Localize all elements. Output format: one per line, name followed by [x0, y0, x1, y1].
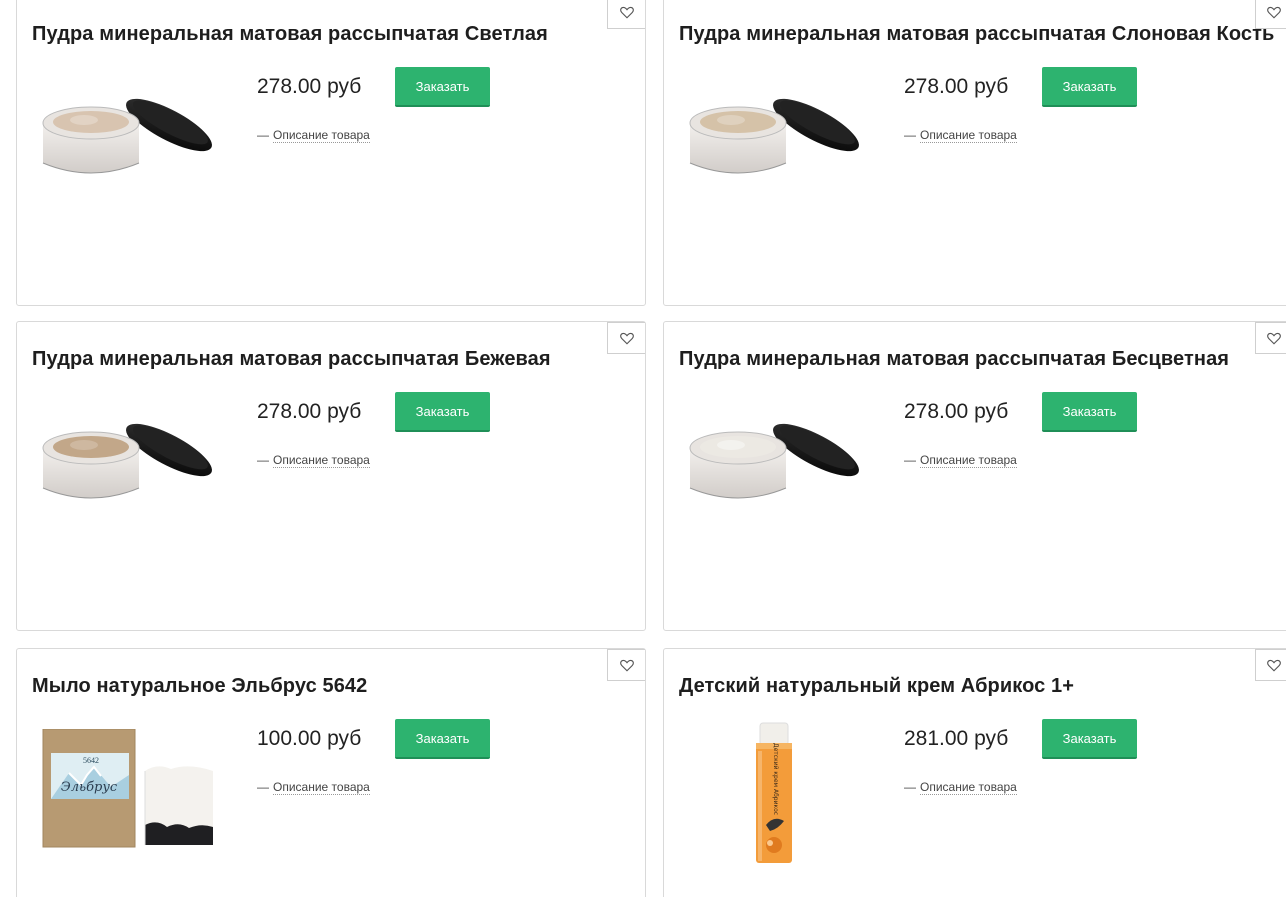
product-image[interactable]: [686, 85, 866, 215]
description-dash: —: [257, 453, 269, 467]
product-image[interactable]: [686, 410, 866, 540]
product-image[interactable]: 5642 Эльбрус: [39, 729, 219, 867]
order-button[interactable]: Заказать: [1042, 392, 1137, 432]
heart-icon: [619, 332, 634, 345]
product-description: — Описание товара: [904, 453, 1017, 468]
product-price: 278.00 руб: [257, 400, 362, 423]
product-price: 281.00 руб: [904, 727, 1009, 750]
product-title[interactable]: Детский натуральный крем Абрикос 1+: [679, 675, 1074, 698]
order-button[interactable]: Заказать: [395, 67, 490, 107]
favorite-button[interactable]: [607, 0, 645, 29]
description-link[interactable]: Описание товара: [273, 453, 370, 468]
heart-icon: [1267, 6, 1281, 19]
product-description: — Описание товара: [257, 780, 370, 795]
powder-jar-image: [689, 423, 859, 499]
product-price: 278.00 руб: [904, 400, 1009, 423]
product-price: 100.00 руб: [257, 727, 362, 750]
order-button[interactable]: Заказать: [395, 719, 490, 759]
description-link[interactable]: Описание товара: [920, 780, 1017, 795]
product-title[interactable]: Пудра минеральная матовая рассыпчатая Св…: [32, 23, 548, 46]
description-dash: —: [904, 453, 916, 467]
heart-icon: [1267, 659, 1281, 672]
description-link[interactable]: Описание товара: [920, 128, 1017, 143]
product-description: — Описание товара: [904, 128, 1017, 143]
product-image[interactable]: [39, 85, 219, 215]
product-card: Пудра минеральная матовая рассыпчатая Сл…: [663, 0, 1286, 306]
heart-icon: [1267, 332, 1281, 345]
cream-tube-image: Детский крем Абрикос: [756, 722, 792, 863]
heart-icon: [619, 6, 634, 19]
favorite-button[interactable]: [1255, 322, 1286, 354]
product-card: Пудра минеральная матовая рассыпчатая Бе…: [663, 321, 1286, 631]
product-card: Пудра минеральная матовая рассыпчатая Бе…: [16, 321, 646, 631]
product-title[interactable]: Пудра минеральная матовая рассыпчатая Сл…: [679, 23, 1274, 46]
product-description: — Описание товара: [904, 780, 1017, 795]
product-description: — Описание товара: [257, 128, 370, 143]
heart-icon: [619, 659, 634, 672]
product-title[interactable]: Мыло натуральное Эльбрус 5642: [32, 675, 367, 698]
product-description: — Описание товара: [257, 453, 370, 468]
description-dash: —: [257, 128, 269, 142]
package-brand-text: Эльбрус: [61, 780, 118, 795]
product-title[interactable]: Пудра минеральная матовая рассыпчатая Бе…: [679, 348, 1229, 371]
favorite-button[interactable]: [607, 322, 645, 354]
order-button[interactable]: Заказать: [1042, 719, 1137, 759]
product-image[interactable]: Детский крем Абрикос: [686, 722, 866, 867]
product-price: 278.00 руб: [257, 75, 362, 98]
powder-jar-image: [42, 423, 212, 499]
product-card: Пудра минеральная матовая рассыпчатая Св…: [16, 0, 646, 306]
favorite-button[interactable]: [607, 649, 645, 681]
favorite-button[interactable]: [1255, 649, 1286, 681]
description-link[interactable]: Описание товара: [920, 453, 1017, 468]
soap-package-image: 5642 Эльбрус: [42, 729, 213, 848]
description-dash: —: [904, 780, 916, 794]
product-title[interactable]: Пудра минеральная матовая рассыпчатая Бе…: [32, 348, 551, 371]
description-dash: —: [257, 780, 269, 794]
product-card: Детский натуральный крем Абрикос 1+ Детс…: [663, 648, 1286, 897]
powder-jar-image: [689, 98, 859, 174]
powder-jar-image: [42, 98, 212, 174]
tube-label-text: Детский крем Абрикос: [772, 743, 779, 815]
description-dash: —: [904, 128, 916, 142]
order-button[interactable]: Заказать: [1042, 67, 1137, 107]
product-price: 278.00 руб: [904, 75, 1009, 98]
description-link[interactable]: Описание товара: [273, 780, 370, 795]
order-button[interactable]: Заказать: [395, 392, 490, 432]
package-number-text: 5642: [83, 756, 99, 765]
product-image[interactable]: [39, 410, 219, 540]
product-grid: Пудра минеральная матовая рассыпчатая Св…: [0, 0, 1286, 897]
product-card: Мыло натуральное Эльбрус 5642 5642 Эльбр…: [16, 648, 646, 897]
description-link[interactable]: Описание товара: [273, 128, 370, 143]
